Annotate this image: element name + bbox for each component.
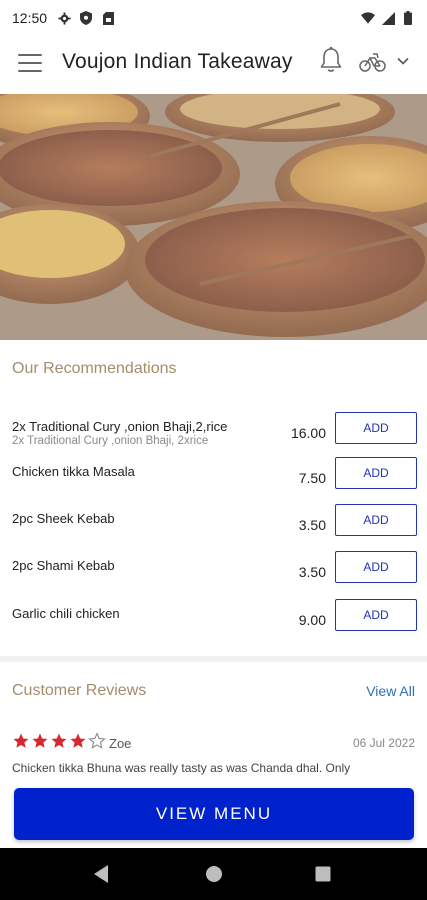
item-name: 2pc Shami Kebab [12,558,115,573]
bell-icon[interactable] [318,46,344,74]
item-name: Chicken tikka Masala [12,464,135,479]
status-time: 12:50 [12,10,48,26]
recommendation-item: Garlic chili chicken 9.00 ADD [0,599,427,650]
item-price: 7.50 [298,470,326,486]
rating-stars [12,732,106,750]
app-bar: Voujon Indian Takeaway [0,36,427,92]
star-filled-icon [12,732,30,750]
star-empty-icon [88,732,106,750]
add-button[interactable]: ADD [335,599,417,631]
reviews-title: Customer Reviews [12,682,147,699]
star-filled-icon [69,732,87,750]
item-price: 16.00 [290,425,326,441]
add-button[interactable]: ADD [335,412,417,444]
battery-icon [401,11,415,25]
add-button[interactable]: ADD [335,551,417,583]
item-name: 2pc Sheek Kebab [12,511,115,526]
recommendation-item: 2pc Sheek Kebab 3.50 ADD [0,504,427,555]
item-name: Garlic chili chicken [12,606,120,621]
system-nav-bar [0,848,427,900]
add-button[interactable]: ADD [335,457,417,489]
hero-image [0,94,427,340]
add-button[interactable]: ADD [335,504,417,536]
sim-card-icon [101,11,115,25]
review-text: Chicken tikka Bhuna was really tasty as … [12,761,351,775]
shield-icon [79,11,93,25]
signal-icon [381,11,395,25]
view-menu-button[interactable]: VIEW MENU [14,788,414,840]
recommendation-item: 2pc Shami Kebab 3.50 ADD [0,551,427,602]
status-bar: 12:50 [0,0,427,36]
view-all-link[interactable]: View All [366,683,415,699]
item-price: 9.00 [298,612,326,628]
item-description: 2x Traditional Cury ,onion Bhaji, 2xrice [12,435,209,447]
recommendation-item: Chicken tikka Masala 7.50 ADD [0,457,427,508]
recommendations-title: Our Recommendations [12,360,177,377]
star-filled-icon [31,732,49,750]
item-price: 3.50 [298,564,326,580]
gear-icon [57,11,71,25]
item-name: 2x Traditional Cury ,onion Bhaji,2,rice [12,419,228,434]
chevron-down-icon[interactable] [396,54,410,68]
status-icons-right [361,11,415,25]
review-date: 06 Jul 2022 [352,736,415,750]
home-icon[interactable] [205,864,223,889]
menu-icon[interactable] [18,54,42,74]
app-title: Voujon Indian Takeaway [62,50,293,73]
star-filled-icon [50,732,68,750]
reviewer-name: Zoe [109,736,132,751]
wifi-icon [361,11,375,25]
item-price: 3.50 [298,517,326,533]
bike-icon[interactable] [358,50,388,74]
recents-icon[interactable] [314,864,332,889]
section-divider [0,656,427,662]
back-icon[interactable] [92,864,110,889]
status-icons-left [57,11,115,25]
